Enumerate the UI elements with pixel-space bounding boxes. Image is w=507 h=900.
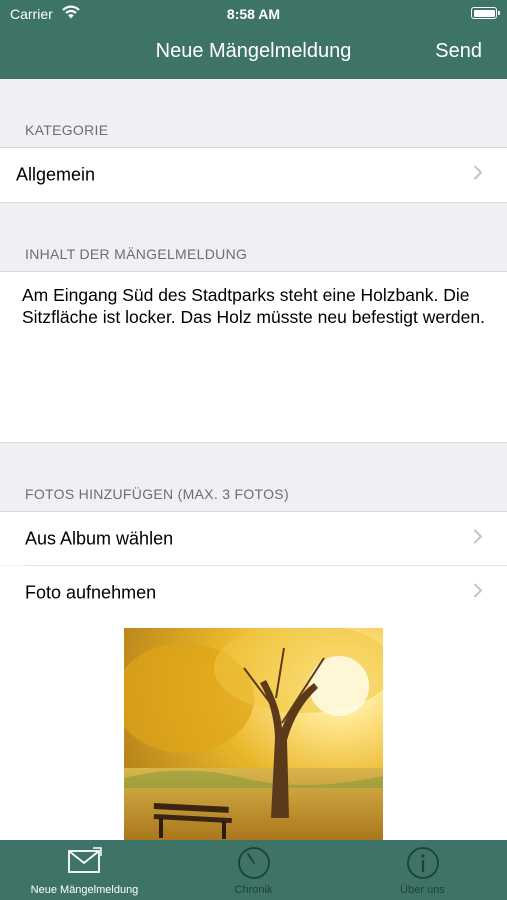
tab-chronik[interactable]: Chronik — [169, 840, 338, 900]
chevron-right-icon — [473, 528, 483, 549]
envelope-icon — [67, 846, 103, 879]
photo-thumbnail[interactable] — [124, 628, 383, 841]
clock-icon — [237, 846, 271, 885]
tab-label: Über uns — [400, 884, 445, 896]
send-button[interactable]: Send — [435, 40, 482, 63]
divider — [0, 202, 507, 203]
camera-label: Foto aufnehmen — [25, 582, 157, 602]
camera-row[interactable]: Foto aufnehmen — [0, 566, 507, 619]
album-label: Aus Album wählen — [25, 528, 174, 548]
tab-label: Neue Mängelmeldung — [30, 884, 139, 896]
tab-neue-maengelmeldung[interactable]: Neue Mängelmeldung — [0, 840, 169, 900]
category-section-header: KATEGORIE — [25, 122, 109, 138]
page-title: Neue Mängelmeldung — [155, 40, 352, 62]
navigation-header: Carrier 8:58 AM Neue Mängelmeldung Send — [0, 0, 507, 79]
status-time: 8:58 AM — [226, 6, 281, 22]
chevron-right-icon — [473, 582, 483, 603]
chevron-right-icon — [473, 165, 483, 186]
content-section-header: INHALT DER MÄNGELMELDUNG — [25, 246, 248, 262]
status-bar: Carrier 8:58 AM — [0, 0, 507, 28]
battery-icon — [471, 7, 500, 19]
category-value: Allgemein — [16, 164, 96, 185]
content-textarea[interactable]: Am Eingang Süd des Stadtparks steht eine… — [0, 272, 507, 442]
info-icon — [406, 846, 440, 885]
content-text: Am Eingang Süd des Stadtparks steht eine… — [22, 285, 485, 327]
category-row[interactable]: Allgemein — [0, 148, 507, 202]
tab-label: Chronik — [234, 884, 273, 896]
divider — [0, 442, 507, 443]
photo-preview-area — [0, 619, 507, 841]
album-row[interactable]: Aus Album wählen — [0, 512, 507, 565]
tab-ueber-uns[interactable]: Über uns — [338, 840, 507, 900]
photos-section-header: FOTOS HINZUFÜGEN (MAX. 3 FOTOS) — [25, 486, 289, 502]
tab-bar: Neue Mängelmeldung Chronik Über uns — [0, 840, 507, 900]
